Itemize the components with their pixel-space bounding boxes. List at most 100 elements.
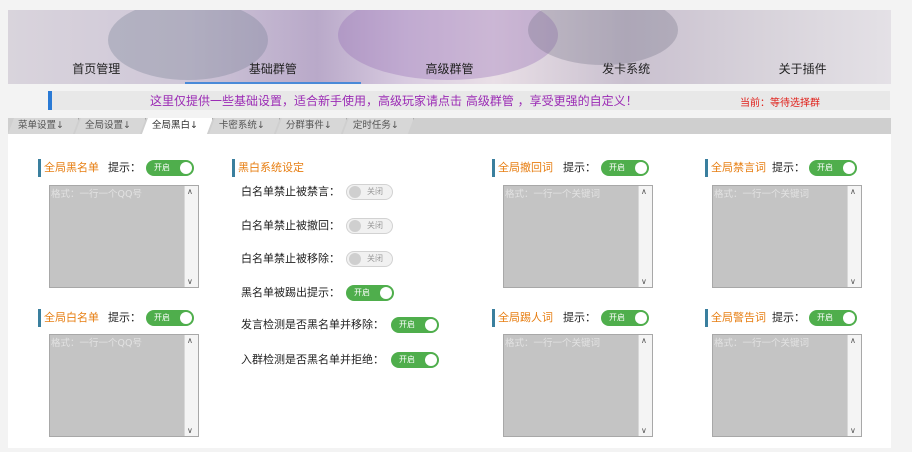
textarea-placeholder: 格式：一行一个关键词 — [714, 189, 810, 200]
hint-label: 提示： — [108, 311, 141, 324]
kick-words-title: 全局踢人词 — [492, 309, 553, 327]
bw-row-label: 黑名单被踢出提示： — [241, 286, 340, 299]
scrollbar[interactable]: ∧ ∨ — [638, 335, 652, 436]
toggle-knob — [635, 312, 647, 324]
tab-card-system[interactable]: 卡密系统↓ — [209, 118, 280, 134]
bw-settings-title: 黑白系统设定 — [232, 159, 304, 177]
toggle-label: 开启 — [154, 313, 170, 322]
scroll-down-icon[interactable]: ∨ — [850, 277, 856, 286]
nav-basic-group-manage[interactable]: 基础群管 — [184, 56, 362, 84]
warning-words-title: 全局警告词 — [705, 309, 766, 327]
recall-words-hint-toggle[interactable]: 开启 — [601, 160, 649, 176]
whitelist-no-remove-toggle[interactable]: 关闭 — [346, 251, 393, 267]
scroll-up-icon[interactable]: ∧ — [641, 336, 647, 345]
toggle-label: 开启 — [154, 163, 170, 172]
toggle-label: 开启 — [399, 355, 415, 364]
toggle-label: 关闭 — [367, 187, 383, 196]
toggle-knob — [349, 253, 361, 265]
hint-label: 提示： — [772, 161, 805, 174]
tab-menu-settings[interactable]: 菜单设置↓ — [8, 118, 79, 134]
scroll-down-icon[interactable]: ∨ — [187, 426, 193, 435]
blacklist-title: 全局黑名单 — [38, 159, 99, 177]
toggle-knob — [843, 162, 855, 174]
scroll-down-icon[interactable]: ∨ — [641, 426, 647, 435]
hint-label: 提示： — [108, 161, 141, 174]
whitelist-hint-toggle[interactable]: 开启 — [146, 310, 194, 326]
mute-words-textarea[interactable]: 格式：一行一个关键词 ∧ ∨ — [712, 185, 862, 288]
current-group-status: 当前：等待选择群 — [740, 98, 820, 109]
scroll-up-icon[interactable]: ∧ — [187, 187, 193, 196]
nav-card-system[interactable]: 发卡系统 — [538, 56, 715, 84]
hint-label: 提示： — [563, 311, 596, 324]
scrollbar[interactable]: ∧ ∨ — [638, 186, 652, 287]
bw-row-label: 发言检测是否黑名单并移除： — [241, 318, 384, 331]
bw-row-label: 白名单禁止被移除： — [241, 252, 340, 265]
hint-label: 提示： — [563, 161, 596, 174]
notice-bar: 这里仅提供一些基础设置，适合新手使用，高级玩家请点击 高级群管 ，享受更强的自定… — [48, 91, 890, 110]
tab-global-settings[interactable]: 全局设置↓ — [75, 118, 146, 134]
scrollbar[interactable]: ∧ ∨ — [847, 186, 861, 287]
toggle-knob — [349, 186, 361, 198]
scroll-up-icon[interactable]: ∧ — [850, 187, 856, 196]
toggle-label: 开启 — [817, 313, 833, 322]
tab-group-events[interactable]: 分群事件↓ — [276, 118, 347, 134]
mute-words-title: 全局禁言词 — [705, 159, 766, 177]
toggle-label: 开启 — [399, 320, 415, 329]
sub-tabs: 菜单设置↓ 全局设置↓ 全局黑白↓ 卡密系统↓ 分群事件↓ 定时任务↓ — [8, 118, 891, 134]
toggle-knob — [635, 162, 647, 174]
tab-scheduled-tasks[interactable]: 定时任务↓ — [343, 118, 414, 134]
textarea-placeholder: 格式：一行一个关键词 — [505, 189, 601, 200]
scroll-up-icon[interactable]: ∧ — [187, 336, 193, 345]
toggle-label: 开启 — [817, 163, 833, 172]
kick-words-hint-toggle[interactable]: 开启 — [601, 310, 649, 326]
tab-global-blackwhite[interactable]: 全局黑白↓ — [142, 118, 213, 134]
join-blacklist-reject-toggle[interactable]: 开启 — [391, 352, 439, 368]
speech-blacklist-remove-toggle[interactable]: 开启 — [391, 317, 439, 333]
whitelist-title: 全局白名单 — [38, 309, 99, 327]
toggle-label: 关闭 — [367, 254, 383, 263]
toggle-label: 开启 — [609, 163, 625, 172]
scroll-up-icon[interactable]: ∧ — [850, 336, 856, 345]
whitelist-no-recall-toggle[interactable]: 关闭 — [346, 218, 393, 234]
toggle-label: 关闭 — [367, 221, 383, 230]
textarea-placeholder: 格式：一行一个QQ号 — [51, 189, 142, 200]
toggle-knob — [425, 319, 437, 331]
main-nav: 首页管理 基础群管 高级群管 发卡系统 关于插件 — [8, 56, 891, 84]
recall-words-textarea[interactable]: 格式：一行一个关键词 ∧ ∨ — [503, 185, 653, 288]
scroll-down-icon[interactable]: ∨ — [187, 277, 193, 286]
scrollbar[interactable]: ∧ ∨ — [184, 335, 198, 436]
bw-row-label: 入群检测是否黑名单并拒绝： — [241, 353, 384, 366]
scrollbar[interactable]: ∧ ∨ — [847, 335, 861, 436]
blacklist-textarea[interactable]: 格式：一行一个QQ号 ∧ ∨ — [49, 185, 199, 288]
mute-words-hint-toggle[interactable]: 开启 — [809, 160, 857, 176]
scroll-down-icon[interactable]: ∨ — [850, 426, 856, 435]
textarea-placeholder: 格式：一行一个关键词 — [714, 338, 810, 349]
bw-row-label: 白名单禁止被撤回： — [241, 219, 340, 232]
textarea-placeholder: 格式：一行一个QQ号 — [51, 338, 142, 349]
warning-words-textarea[interactable]: 格式：一行一个关键词 ∧ ∨ — [712, 334, 862, 437]
nav-advanced-group-manage[interactable]: 高级群管 — [361, 56, 538, 84]
settings-panel: 全局黑名单 提示： 开启 格式：一行一个QQ号 ∧ ∨ 全局白名单 提示： 开启 … — [8, 134, 891, 448]
toggle-label: 开启 — [354, 288, 370, 297]
toggle-knob — [843, 312, 855, 324]
blacklist-kick-notice-toggle[interactable]: 开启 — [346, 285, 394, 301]
whitelist-textarea[interactable]: 格式：一行一个QQ号 ∧ ∨ — [49, 334, 199, 437]
scrollbar[interactable]: ∧ ∨ — [184, 186, 198, 287]
scroll-down-icon[interactable]: ∨ — [641, 277, 647, 286]
warning-words-hint-toggle[interactable]: 开启 — [809, 310, 857, 326]
toggle-knob — [349, 220, 361, 232]
toggle-knob — [425, 354, 437, 366]
toggle-knob — [180, 312, 192, 324]
scroll-up-icon[interactable]: ∧ — [641, 187, 647, 196]
kick-words-textarea[interactable]: 格式：一行一个关键词 ∧ ∨ — [503, 334, 653, 437]
blacklist-hint-toggle[interactable]: 开启 — [146, 160, 194, 176]
whitelist-no-mute-toggle[interactable]: 关闭 — [346, 184, 393, 200]
textarea-placeholder: 格式：一行一个关键词 — [505, 338, 601, 349]
header-banner: 首页管理 基础群管 高级群管 发卡系统 关于插件 — [8, 10, 891, 84]
bw-row-label: 白名单禁止被禁言： — [241, 185, 340, 198]
notice-message: 这里仅提供一些基础设置，适合新手使用，高级玩家请点击 高级群管 ，享受更强的自定… — [150, 94, 638, 108]
hint-label: 提示： — [772, 311, 805, 324]
nav-about-plugin[interactable]: 关于插件 — [714, 56, 891, 84]
toggle-knob — [180, 162, 192, 174]
nav-home-manage[interactable]: 首页管理 — [8, 56, 185, 84]
